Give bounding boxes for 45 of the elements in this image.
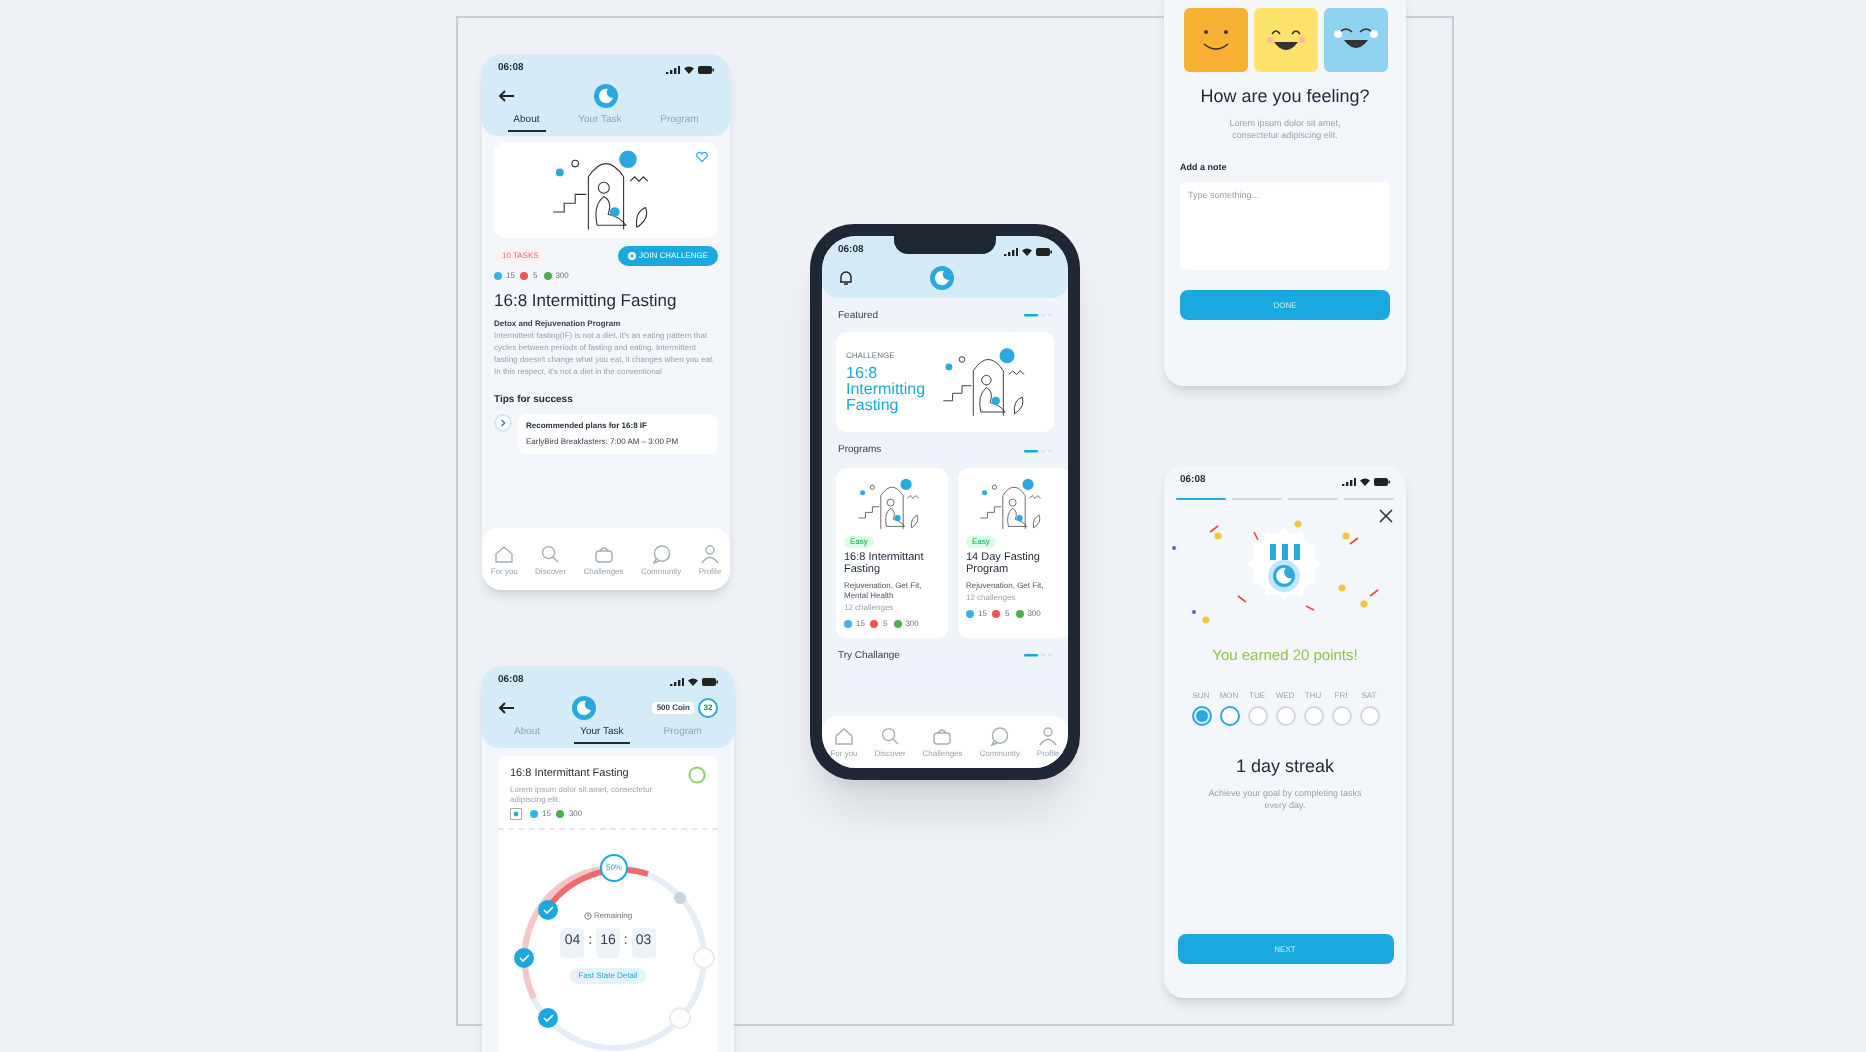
- logo-icon: [594, 83, 618, 107]
- back-arrow-icon[interactable]: [498, 701, 514, 713]
- person-icon: [1038, 726, 1059, 746]
- wifi-icon: [1360, 477, 1370, 486]
- bag-icon: [593, 543, 614, 563]
- clock-icon: [583, 912, 592, 921]
- search-icon: [540, 543, 561, 563]
- person-icon: [700, 543, 720, 563]
- phone-notch: [894, 236, 996, 254]
- plus-icon: [627, 252, 636, 260]
- back-arrow-icon[interactable]: [498, 89, 514, 101]
- mood-face-icon[interactable]: [1253, 8, 1317, 72]
- search-icon: [880, 726, 901, 746]
- heart-icon[interactable]: [696, 152, 708, 162]
- battery-icon: [1036, 247, 1052, 256]
- pager-indicator-icon: [1024, 449, 1052, 454]
- wifi-icon: [1022, 247, 1032, 256]
- pager-indicator-icon: [1024, 314, 1052, 319]
- wifi-icon: [688, 677, 698, 686]
- battery-icon: [702, 677, 718, 686]
- task-icon: [510, 808, 522, 821]
- home-icon: [494, 543, 515, 563]
- logo-icon: [571, 695, 596, 719]
- bell-icon[interactable]: [838, 269, 854, 285]
- streak-title: 1 day streak: [1235, 754, 1335, 781]
- bag-icon: [932, 726, 953, 746]
- signal-icon: [1342, 477, 1356, 486]
- status-ring-icon: [688, 766, 706, 784]
- chevron-icon[interactable]: [494, 414, 512, 433]
- chat-icon: [989, 726, 1010, 746]
- battery-icon: [698, 65, 714, 74]
- home-icon: [834, 726, 854, 746]
- chat-icon: [651, 543, 672, 563]
- mood-question: How are you feeling?: [1200, 84, 1370, 110]
- signal-icon: [666, 65, 680, 74]
- signal-icon: [1004, 247, 1018, 256]
- signal-icon: [670, 677, 684, 686]
- wifi-icon: [684, 65, 694, 74]
- mood-face-icon[interactable]: [1323, 8, 1387, 72]
- logo-icon: [930, 265, 954, 289]
- featured-title: 16:8 Intermitting Fasting: [846, 366, 928, 414]
- program-title: 16:8 Intermitting Fasting: [494, 288, 679, 314]
- close-icon[interactable]: [1378, 508, 1394, 524]
- battery-icon: [1374, 477, 1390, 486]
- pager-indicator-icon: [1024, 654, 1052, 659]
